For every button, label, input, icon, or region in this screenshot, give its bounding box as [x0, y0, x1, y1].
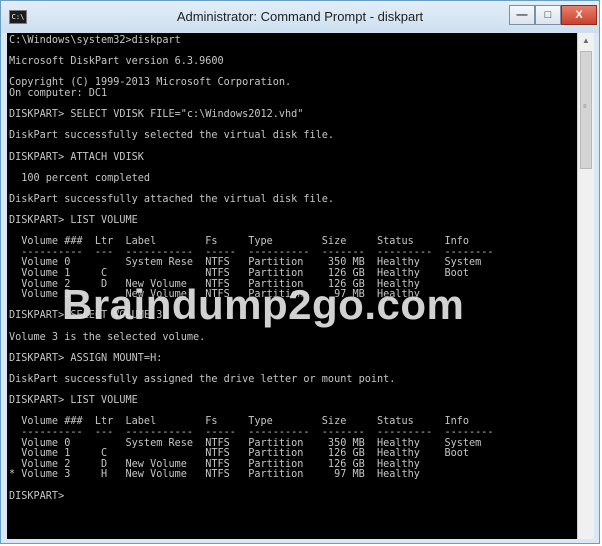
console-line: Volume 1 C NTFS Partition 126 GB Healthy…	[9, 268, 470, 280]
console-line: DISKPART> LIST VOLUME	[9, 215, 138, 227]
console-line: Volume 3 New Volume NTFS Partition 97 MB…	[9, 289, 420, 301]
scrollbar-thumb[interactable]: ≡	[580, 51, 592, 169]
console-line: Volume 3 is the selected volume.	[9, 331, 206, 343]
thumb-grip-icon: ≡	[583, 104, 587, 110]
console-line: 100 percent completed	[9, 172, 151, 184]
console-output[interactable]: C:\Windows\system32>diskpart Microsoft D…	[7, 33, 577, 539]
scroll-up-arrow-icon[interactable]: ▲	[578, 33, 594, 49]
console-line: Copyright (C) 1999-2013 Microsoft Corpor…	[9, 77, 292, 89]
console-line: Volume ### Ltr Label Fs Type Size Status…	[9, 236, 470, 248]
console-line: DISKPART>	[9, 490, 65, 502]
minimize-button[interactable]: —	[509, 5, 535, 25]
console-text: C:\Windows\system32>diskpart Microsoft D…	[7, 33, 577, 502]
vertical-scrollbar[interactable]: ▲ ≡	[577, 33, 594, 539]
console-line: Volume 1 C NTFS Partition 126 GB Healthy…	[9, 448, 470, 460]
console-line: Volume ### Ltr Label Fs Type Size Status…	[9, 416, 470, 428]
console-line: C:\Windows\system32>diskpart	[9, 35, 181, 46]
console-line: On computer: DC1	[9, 87, 108, 99]
title-bar[interactable]: C:\ Administrator: Command Prompt - disk…	[1, 1, 599, 33]
console-line: DiskPart successfully assigned the drive…	[9, 374, 396, 385]
console-line: Volume 2 D New Volume NTFS Partition 126…	[9, 278, 420, 290]
console-line: Volume 0 System Rese NTFS Partition 350 …	[9, 437, 482, 449]
console-line: DISKPART> ASSIGN MOUNT=H:	[9, 352, 163, 364]
console-line: Volume 0 System Rese NTFS Partition 350 …	[9, 257, 482, 269]
maximize-button[interactable]: □	[535, 5, 561, 25]
console-line: DISKPART> SELECT VOLUME 3	[9, 310, 163, 322]
console-line: ---------- --- ----------- ----- -------…	[9, 246, 494, 258]
console-line: Microsoft DiskPart version 6.3.9600	[9, 56, 224, 68]
console-line: Volume 2 D New Volume NTFS Partition 126…	[9, 458, 420, 470]
console-line: DiskPart successfully attached the virtu…	[9, 193, 335, 205]
console-line: DISKPART> LIST VOLUME	[9, 395, 138, 407]
close-button[interactable]: X	[561, 5, 597, 25]
command-prompt-window: C:\ Administrator: Command Prompt - disk…	[0, 0, 600, 544]
console-line: DISKPART> SELECT VDISK FILE="c:\Windows2…	[9, 109, 304, 121]
console-line: ---------- --- ----------- ----- -------…	[9, 426, 494, 438]
console-line: * Volume 3 H New Volume NTFS Partition 9…	[9, 469, 420, 481]
console-line: DiskPart successfully selected the virtu…	[9, 130, 335, 142]
console-line: DISKPART> ATTACH VDISK	[9, 151, 144, 163]
